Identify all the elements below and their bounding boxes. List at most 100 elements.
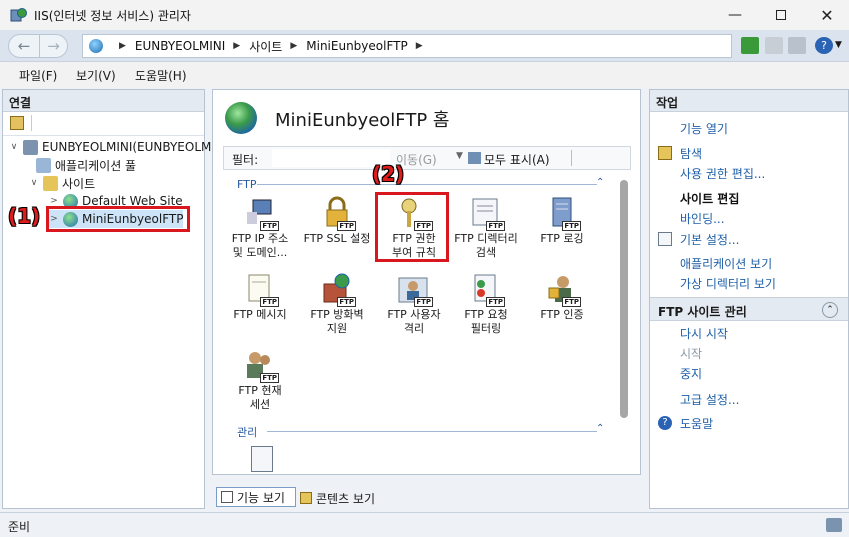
actions-panel: 작업 기능 열기 탐색 사용 권한 편집... 사이트 편집 바인딩... 기본…: [649, 89, 849, 509]
tree-item-server[interactable]: ∨ EUNBYEOLMINI(EUNBYEOLMINI: [9, 138, 227, 156]
refresh-icon[interactable]: [741, 37, 759, 54]
status-text: 준비: [8, 520, 31, 534]
toolbar-separator: [571, 150, 572, 166]
feature-ftp-logging[interactable]: FTP FTP 로깅: [523, 196, 601, 246]
feature-label: FTP 메시지: [233, 308, 287, 321]
logging-icon: FTP: [545, 196, 581, 231]
action-restart[interactable]: 다시 시작: [680, 325, 728, 342]
section-divider: [257, 184, 597, 185]
action-view-applications[interactable]: 애플리케이션 보기: [680, 255, 772, 272]
feature-label: FTP SSL 설정: [303, 232, 371, 245]
chevron-right-icon: ▶: [415, 41, 423, 51]
tab-label: 기능 보기: [237, 490, 285, 505]
chevron-right-icon: ▶: [233, 41, 241, 51]
scrollbar-thumb[interactable]: [620, 180, 628, 418]
feature-label: 세션: [249, 398, 271, 411]
lock-icon: FTP: [320, 196, 356, 231]
back-button[interactable]: ←: [8, 34, 40, 58]
filter-label: 필터:: [232, 153, 259, 167]
feature-ftp-current-sessions[interactable]: FTP FTP 현재 세션: [221, 348, 299, 412]
feature-ftp-user-isolation[interactable]: FTP FTP 사용자 격리: [375, 272, 453, 336]
connect-icon[interactable]: [10, 116, 24, 130]
address-bar[interactable]: ▶ EUNBYEOLMINI ▶ 사이트 ▶ MiniEunbyeolFTP ▶: [82, 34, 732, 58]
feature-label: FTP IP 주소: [231, 232, 289, 245]
collapse-icon[interactable]: ⌃: [596, 177, 604, 188]
page-title: MiniEunbyeolFTP 홈: [275, 110, 450, 131]
feature-label: 검색: [475, 246, 497, 259]
feature-label: FTP 인증: [540, 308, 584, 321]
close-button[interactable]: ✕: [804, 0, 849, 30]
sites-folder-icon: [43, 175, 58, 191]
show-all-button[interactable]: 모두 표시(A): [484, 151, 550, 168]
tree-label: 애플리케이션 풀: [55, 158, 137, 173]
action-bindings[interactable]: 바인딩...: [680, 210, 725, 227]
feature-label: 및 도메인...: [232, 246, 288, 259]
tree-item-sites[interactable]: ∨ 사이트: [29, 174, 95, 192]
stop-icon[interactable]: [765, 37, 783, 54]
breadcrumb-server[interactable]: EUNBYEOLMINI: [135, 39, 225, 53]
server-icon: [23, 139, 38, 155]
chevron-right-icon[interactable]: >: [49, 196, 59, 206]
firewall-icon: FTP: [320, 272, 356, 307]
action-open-feature[interactable]: 기능 열기: [680, 120, 728, 137]
feature-label: FTP 사용자: [387, 308, 441, 321]
feature-ftp-firewall[interactable]: FTP FTP 방화벽 지원: [298, 272, 376, 336]
feature-label: 지원: [326, 322, 348, 335]
action-view-virtual-directories[interactable]: 가상 디렉터리 보기: [680, 275, 776, 292]
user-isolation-icon: FTP: [397, 272, 433, 307]
chevron-down-icon[interactable]: ▼: [456, 151, 463, 161]
feature-ftp-ssl[interactable]: FTP FTP SSL 설정: [298, 196, 376, 246]
menu-view[interactable]: 보기(V): [76, 67, 116, 84]
connections-header: 연결: [3, 90, 204, 112]
settings-icon: [658, 232, 672, 246]
feature-ftp-messages[interactable]: FTP FTP 메시지: [221, 272, 299, 322]
menu-file[interactable]: 파일(F): [19, 67, 57, 84]
feature-ftp-authentication[interactable]: FTP FTP 인증: [523, 272, 601, 322]
features-view-icon: [221, 491, 233, 503]
chevron-right-icon: ▶: [290, 41, 298, 51]
action-advanced-settings[interactable]: 고급 설정...: [680, 391, 739, 408]
tab-label: 콘텐츠 보기: [316, 491, 376, 506]
breadcrumb-sites[interactable]: 사이트: [249, 38, 282, 55]
ftp-manage-header: FTP 사이트 관리: [658, 305, 747, 319]
feature-label: 격리: [403, 322, 425, 335]
action-basic-settings[interactable]: 기본 설정...: [680, 231, 739, 248]
home-icon[interactable]: [788, 37, 806, 54]
chevron-down-icon[interactable]: ∨: [9, 142, 19, 152]
site-edit-header: 사이트 편집: [680, 192, 740, 206]
connections-toolbar: [3, 112, 204, 136]
ftp-manage-header-bar: FTP 사이트 관리 ⌃: [650, 297, 848, 321]
feature-ftp-request-filtering[interactable]: FTP FTP 요청 필터링: [447, 272, 525, 336]
directory-icon: FTP: [469, 196, 505, 231]
collapse-icon[interactable]: ⌃: [822, 302, 838, 318]
help-dropdown-icon[interactable]: ▼: [835, 40, 842, 50]
feature-label: FTP 현재: [238, 384, 282, 397]
menu-help[interactable]: 도움말(H): [135, 67, 187, 84]
chevron-right-icon: ▶: [119, 41, 126, 51]
filter-icon: FTP: [469, 272, 505, 307]
menu-bar: 파일(F) 보기(V) 도움말(H): [0, 62, 849, 88]
configuration-editor-icon[interactable]: [251, 446, 273, 472]
forward-button[interactable]: →: [40, 34, 68, 58]
globe-icon: [89, 39, 103, 53]
action-help[interactable]: 도움말: [680, 415, 713, 432]
feature-ftp-ip[interactable]: FTP FTP IP 주소 및 도메인...: [221, 196, 299, 260]
folder-icon: [658, 146, 672, 160]
tree-item-app-pools[interactable]: 애플리케이션 풀: [36, 156, 136, 174]
tab-features-view[interactable]: 기능 보기: [216, 487, 296, 507]
collapse-icon[interactable]: ⌃: [596, 423, 604, 434]
chevron-down-icon[interactable]: ∨: [29, 178, 39, 188]
tab-content-view[interactable]: 콘텐츠 보기: [300, 489, 375, 507]
breadcrumb-site[interactable]: MiniEunbyeolFTP: [306, 39, 407, 53]
action-stop[interactable]: 중지: [680, 365, 702, 382]
maximize-button[interactable]: [758, 0, 804, 30]
minimize-button[interactable]: —: [712, 0, 758, 30]
action-explore[interactable]: 탐색: [680, 145, 702, 162]
filter-bar: 필터: 이동(G) ▼ 모두 표시(A): [223, 146, 631, 170]
network-status-icon: [826, 518, 842, 532]
help-icon[interactable]: ?: [815, 37, 833, 54]
feature-ftp-directory-browsing[interactable]: FTP FTP 디렉터리 검색: [447, 196, 525, 260]
action-start: 시작: [680, 347, 703, 361]
show-all-icon: [468, 152, 481, 164]
action-edit-permissions[interactable]: 사용 권한 편집...: [680, 165, 765, 182]
